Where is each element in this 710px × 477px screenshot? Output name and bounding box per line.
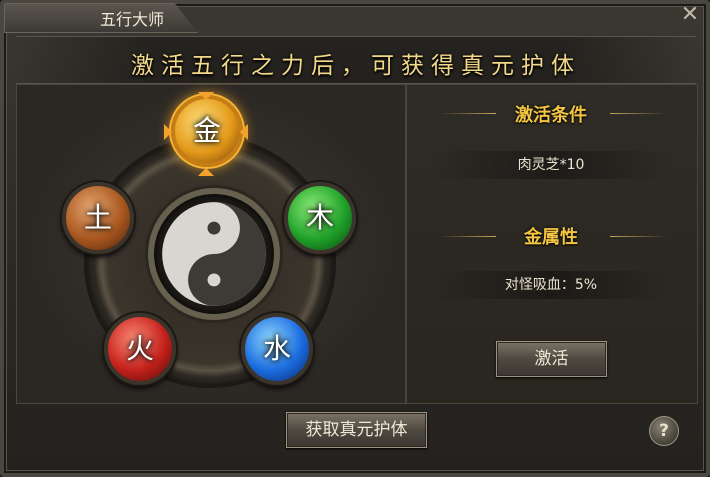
- condition-title: 激活条件: [515, 105, 587, 126]
- help-icon[interactable]: ?: [649, 416, 679, 446]
- banner: 激活五行之力后，可获得真元护体: [16, 36, 696, 84]
- window-title: 五行大师: [100, 10, 165, 29]
- element-orb-jin[interactable]: 金: [171, 95, 243, 167]
- close-button[interactable]: ✕: [672, 0, 708, 30]
- selection-arrow-bottom-icon: [198, 168, 214, 176]
- activate-button[interactable]: 激活: [496, 341, 607, 377]
- yinyang-icon: [162, 202, 266, 306]
- condition-value: 肉灵芝*10: [430, 151, 672, 179]
- element-orb-huo[interactable]: 火: [104, 313, 176, 385]
- attribute-title: 金属性: [524, 227, 578, 248]
- selection-arrow-right-icon: [240, 124, 248, 140]
- gain-protection-button[interactable]: 获取真元护体: [286, 412, 427, 448]
- selection-arrow-top-icon: [198, 92, 214, 100]
- element-orb-mu[interactable]: 木: [284, 182, 356, 254]
- selection-arrow-left-icon: [164, 124, 172, 140]
- element-orb-shui[interactable]: 水: [241, 313, 313, 385]
- banner-text: 激活五行之力后，可获得真元护体: [131, 53, 581, 79]
- attribute-value: 对怪吸血：5%: [430, 271, 672, 299]
- element-orb-tu[interactable]: 土: [62, 182, 134, 254]
